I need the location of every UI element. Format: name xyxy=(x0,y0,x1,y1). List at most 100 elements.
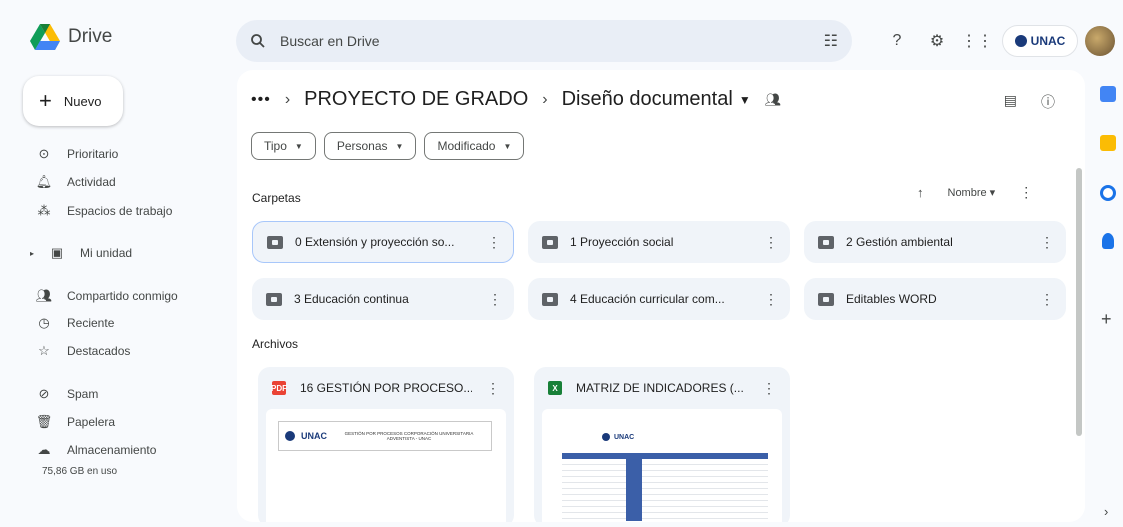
folder-item[interactable]: 4 Educación curricular com... ⋮ xyxy=(528,278,790,320)
my-drive-icon: ▣ xyxy=(50,245,64,260)
app-name: Drive xyxy=(68,26,113,47)
star-icon: ☆ xyxy=(38,343,50,358)
chevron-down-icon[interactable]: ▼ xyxy=(739,93,751,107)
sidebar-item-prioritario[interactable]: ⊙ Prioritario xyxy=(35,146,119,162)
info-icon[interactable]: ⓘ xyxy=(1041,92,1055,112)
shared-folder-icon xyxy=(818,292,834,306)
chip-label: Tipo xyxy=(264,139,287,153)
bell-icon: 🔔︎ xyxy=(35,174,53,189)
sidebar-item-almacenamiento[interactable]: ☁ Almacenamiento xyxy=(35,442,157,458)
more-vert-icon[interactable]: ⋮ xyxy=(487,234,501,251)
spreadsheet-file-icon: X xyxy=(548,381,562,395)
thumb-logo-text: UNAC xyxy=(614,433,635,441)
pdf-file-icon: PDF xyxy=(271,381,287,395)
sort-direction-icon[interactable]: ↑ xyxy=(917,185,924,200)
gear-icon[interactable]: ⚙ xyxy=(926,30,948,52)
more-vert-icon[interactable]: ⋮ xyxy=(1040,234,1054,251)
more-vert-icon[interactable]: ⋮ xyxy=(764,291,778,308)
folders-section-title: Carpetas xyxy=(252,191,301,205)
list-view-icon[interactable]: ▤ xyxy=(1004,92,1017,112)
files-section-title: Archivos xyxy=(252,337,299,351)
org-logo-icon xyxy=(285,431,295,441)
new-button[interactable]: + Nuevo xyxy=(23,76,123,126)
sidebar-item-mi-unidad[interactable]: ▸ ▣ Mi unidad xyxy=(30,245,132,261)
file-card[interactable]: PDF 16 GESTIÓN POR PROCESO... ⋮ UNAC GES… xyxy=(258,367,514,522)
apps-grid-icon[interactable]: ⋮⋮ xyxy=(961,30,993,52)
sidebar-item-label: Reciente xyxy=(67,316,115,330)
more-vert-icon[interactable]: ⋮ xyxy=(762,380,776,397)
file-thumbnail: UNAC GESTIÓN POR PROCESOS CORPORACIÓN UN… xyxy=(266,409,506,522)
search-options-icon[interactable]: ☷ xyxy=(824,31,838,51)
more-vert-icon[interactable]: ⋮ xyxy=(486,380,500,397)
shared-folder-icon xyxy=(818,235,834,249)
help-icon[interactable]: ? xyxy=(886,30,908,52)
filter-chip-tipo[interactable]: Tipo ▼ xyxy=(251,132,316,160)
sidebar-item-label: Espacios de trabajo xyxy=(67,204,173,218)
filter-chip-personas[interactable]: Personas ▼ xyxy=(323,132,417,160)
thumb-logo-text: UNAC xyxy=(301,431,327,441)
workspaces-icon: ⁂ xyxy=(37,203,51,218)
more-vert-icon[interactable]: ⋮ xyxy=(1019,184,1033,201)
chevron-right-icon: › xyxy=(284,90,291,108)
drive-logo[interactable]: Drive xyxy=(30,24,112,50)
drive-logo-icon xyxy=(30,24,60,50)
folder-name: 1 Proyección social xyxy=(570,235,674,249)
breadcrumb-current[interactable]: Diseño documental xyxy=(562,88,733,111)
file-name: 16 GESTIÓN POR PROCESO... xyxy=(300,381,472,395)
shared-folder-icon xyxy=(267,235,283,249)
sidebar-item-label: Destacados xyxy=(67,344,131,358)
file-thumbnail: UNAC xyxy=(542,409,782,522)
check-circle-icon: ⊙ xyxy=(38,146,50,161)
search-icon[interactable] xyxy=(250,33,266,49)
breadcrumb-parent[interactable]: PROYECTO DE GRADO xyxy=(304,88,528,111)
org-label: UNAC xyxy=(1030,34,1066,48)
org-logo-icon xyxy=(602,433,610,441)
sidebar-item-label: Prioritario xyxy=(67,147,119,161)
chevron-right-icon[interactable]: › xyxy=(1104,504,1108,519)
folder-item[interactable]: 0 Extensión y proyección so... ⋮ xyxy=(252,221,514,263)
filter-chips: Tipo ▼ Personas ▼ Modificado ▼ xyxy=(251,132,525,160)
sidebar-item-spam[interactable]: ⊘ Spam xyxy=(35,386,99,402)
breadcrumb-overflow-button[interactable]: ••• xyxy=(251,91,271,109)
sidebar-item-label: Compartido conmigo xyxy=(67,289,178,303)
search-input[interactable]: Buscar en Drive xyxy=(280,33,824,49)
add-addon-icon[interactable]: + xyxy=(1101,309,1112,330)
sidebar-item-label: Almacenamiento xyxy=(67,443,157,457)
folder-name: 2 Gestión ambiental xyxy=(846,235,953,249)
sidebar-item-espacios[interactable]: ⁂ Espacios de trabajo xyxy=(35,203,173,219)
main-scrollbar[interactable] xyxy=(1076,168,1082,436)
filter-chip-modificado[interactable]: Modificado ▼ xyxy=(424,132,525,160)
calendar-icon[interactable] xyxy=(1100,86,1116,102)
file-card[interactable]: X MATRIZ DE INDICADORES (... ⋮ UNAC xyxy=(534,367,790,522)
sidebar-item-papelera[interactable]: 🗑︎ Papelera xyxy=(35,414,115,430)
folder-item[interactable]: Editables WORD ⋮ xyxy=(804,278,1066,320)
search-bar[interactable]: Buscar en Drive ☷ xyxy=(236,20,852,62)
sort-by-button[interactable]: Nombre ▾ xyxy=(948,186,996,199)
more-vert-icon[interactable]: ⋮ xyxy=(1040,291,1054,308)
shared-folder-icon xyxy=(542,235,558,249)
cloud-icon: ☁ xyxy=(37,442,51,457)
shared-icon: 👥︎ xyxy=(35,288,53,303)
folder-name: 3 Educación continua xyxy=(294,292,409,306)
folder-item[interactable]: 1 Proyección social ⋮ xyxy=(528,221,790,263)
sidebar-item-reciente[interactable]: ◷ Reciente xyxy=(35,315,114,331)
org-badge[interactable]: UNAC xyxy=(1002,25,1078,57)
tasks-icon[interactable] xyxy=(1100,185,1116,201)
folder-item[interactable]: 2 Gestión ambiental ⋮ xyxy=(804,221,1066,263)
sidebar-item-actividad[interactable]: 🔔︎ Actividad xyxy=(35,174,116,190)
keep-icon[interactable] xyxy=(1100,135,1116,151)
avatar[interactable] xyxy=(1085,26,1115,56)
folder-item[interactable]: 3 Educación continua ⋮ xyxy=(252,278,514,320)
shared-folder-icon xyxy=(542,292,558,306)
drive-app: Drive Buscar en Drive ☷ ? ⚙ ⋮⋮ UNAC + Nu… xyxy=(0,0,1123,527)
sidebar-item-compartido[interactable]: 👥︎ Compartido conmigo xyxy=(35,288,178,304)
expand-arrow-icon[interactable]: ▸ xyxy=(30,249,34,258)
chevron-down-icon: ▼ xyxy=(294,141,303,151)
shared-folder-icon xyxy=(266,292,282,306)
thumb-table-column xyxy=(626,459,642,521)
contacts-icon[interactable] xyxy=(1102,233,1114,249)
more-vert-icon[interactable]: ⋮ xyxy=(488,291,502,308)
sidebar-item-destacados[interactable]: ☆ Destacados xyxy=(35,343,130,359)
chip-label: Personas xyxy=(336,139,388,153)
more-vert-icon[interactable]: ⋮ xyxy=(764,234,778,251)
